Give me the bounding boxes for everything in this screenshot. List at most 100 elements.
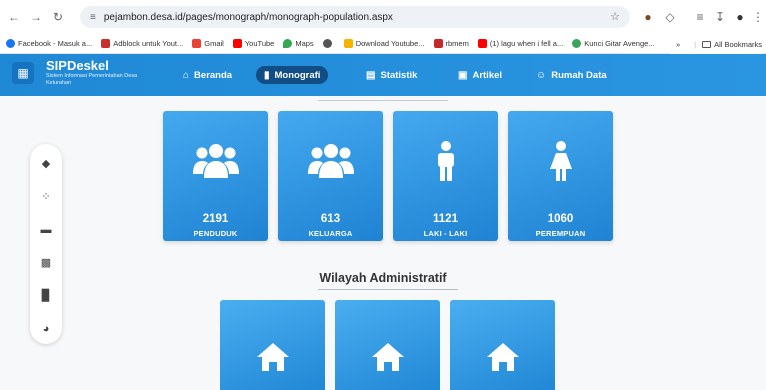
star-icon[interactable]: ☆ [610,10,620,23]
nav-artikel[interactable]: ▣ Artikel [450,66,510,84]
family-icon [278,141,383,181]
bookmark-adblock[interactable]: Adblock untuk Yout... [101,39,183,48]
male-icon [393,141,498,181]
bookmark-maps[interactable]: Maps [283,39,314,48]
stat-value: 1060 [547,213,574,225]
home-icon [335,342,440,372]
nav-label: Artikel [472,69,503,81]
menu-dots-icon[interactable]: ⋮ [752,9,764,25]
nav-monografi[interactable]: ▮ Monografi [256,66,329,84]
stat-card-keluarga[interactable]: 613 KELUARGA [278,111,383,241]
forward-icon[interactable]: → [28,9,44,25]
home-icon: ⌂ [183,69,190,81]
download-icon[interactable]: ↧ [712,9,728,25]
nav-label: Monografi [274,69,321,81]
bookmarks-more-button[interactable]: » [676,40,680,49]
browser-toolbar: ← → ↻ ≡ pejambon.desa.id/pages/monograph… [0,0,766,34]
rbmem-icon [433,39,443,48]
admin-card[interactable] [220,300,325,390]
folder-icon [702,40,712,48]
facebook-icon [6,39,15,48]
all-bookmarks-button[interactable]: All Bookmarks [714,40,762,49]
admin-card[interactable] [335,300,440,390]
profile-avatar-icon[interactable]: ● [732,9,748,25]
stat-value: 1121 [433,213,458,225]
youtube-icon [477,39,487,48]
brand-title: SIPDeskel [46,58,109,73]
bookmark-web[interactable] [322,39,335,48]
gmail-icon [192,39,202,48]
users-group-icon [163,141,268,181]
article-icon: ▣ [458,69,468,81]
brand-subtitle: Sistem Informasi Pemerintahan Desa Kelur… [46,73,138,86]
bookmark-label: Facebook - Masuk a... [18,39,93,48]
stat-card-perempuan[interactable]: 1060 PEREMPUAN [508,111,613,241]
section-title: Wilayah Administratif [319,271,447,285]
guitar-site-icon [572,39,582,48]
url-text: pejambon.desa.id/pages/monograph/monogra… [103,11,393,23]
bookmark-download-youtube[interactable]: Download Youtube... [343,39,425,48]
users-icon[interactable]: ⁘ [38,189,54,205]
bookmark-gmail[interactable]: Gmail [192,39,224,48]
bookmark-youtube[interactable]: YouTube [232,39,275,48]
female-icon [508,141,613,181]
stat-label: PEREMPUAN [535,229,586,238]
reading-list-icon[interactable]: ≡ [692,9,708,25]
bookmark-kunci-gitar[interactable]: Kunci Gitar Avenge... [572,39,655,48]
bookmark-label: YouTube [244,39,275,48]
floating-sidebar: ◆ ⁘ ▬ ▩ ▉ ◕ [30,144,62,344]
bookmark-lagu[interactable]: (1) lagu when i fell a... [477,39,564,48]
youtube-icon [232,39,242,48]
stat-label: KELUARGA [308,229,353,238]
divider: | [694,39,697,49]
stat-value: 613 [320,213,341,225]
globe-icon [322,39,332,48]
main-content: ◆ ⁘ ▬ ▩ ▉ ◕ 2191 PENDUDUK 613 KELUARGA 1… [0,96,766,390]
stat-card-laki-laki[interactable]: 1121 LAKI - LAKI [393,111,498,241]
bookmark-rbmem[interactable]: rbmem [433,39,469,48]
nav-beranda[interactable]: ⌂ Beranda [175,66,240,84]
bookmarks-overflow: » | All Bookmarks [669,34,762,54]
adblock-icon [101,39,111,48]
bookmark-label: rbmem [445,39,469,48]
reload-icon[interactable]: ↻ [50,9,66,25]
nav-label: Beranda [194,69,233,81]
admin-card[interactable] [450,300,555,390]
brand[interactable]: SIPDeskel Sistem Informasi Pemerintahan … [46,59,156,86]
maps-pin-icon [283,39,293,48]
bookmark-label: Adblock untuk Yout... [113,39,184,48]
users-icon: ☺ [536,69,547,81]
group-icon[interactable]: ▩ [38,255,54,271]
chart-icon: ▤ [366,69,376,81]
bar-chart-icon[interactable]: ▉ [38,288,54,304]
stat-label: LAKI - LAKI [423,229,468,238]
nav-statistik[interactable]: ▤ Statistik [358,66,425,84]
bookmark-label: Gmail [204,39,224,48]
extension-icon[interactable]: ● [640,9,656,25]
hand-coin-icon[interactable]: ◕ [38,321,54,337]
nav-label: Statistik [380,69,418,81]
map-icon: ▮ [264,69,270,81]
bookmark-label: Kunci Gitar Avenge... [584,39,655,48]
stat-card-penduduk[interactable]: 2191 PENDUDUK [163,111,268,241]
bookmark-label: (1) lagu when i fell a... [489,39,564,48]
section-divider [318,289,458,290]
home-icon [220,342,325,372]
app-menu-grid-icon[interactable]: ▦ [12,62,34,84]
site-info-icon[interactable]: ≡ [90,12,96,23]
back-icon[interactable]: ← [6,9,22,25]
divider [318,100,448,101]
nav-label: Rumah Data [551,69,607,81]
stat-value: 2191 [202,213,229,225]
extensions-puzzle-icon[interactable]: ◇ [662,9,678,25]
bookmark-label: Maps [295,39,314,48]
bookmarks-bar: Facebook - Masuk a... Adblock untuk Yout… [0,34,766,54]
nav-rumah-data[interactable]: ☺ Rumah Data [528,66,615,84]
download-arrow-icon [343,39,353,48]
home-icon [450,342,555,372]
bookmark-facebook[interactable]: Facebook - Masuk a... [6,39,92,48]
address-bar[interactable]: ≡ pejambon.desa.id/pages/monograph/monog… [80,6,630,28]
map-icon[interactable]: ◆ [38,156,54,172]
bookmark-label: Download Youtube... [355,39,425,48]
ticket-icon[interactable]: ▬ [38,222,54,238]
